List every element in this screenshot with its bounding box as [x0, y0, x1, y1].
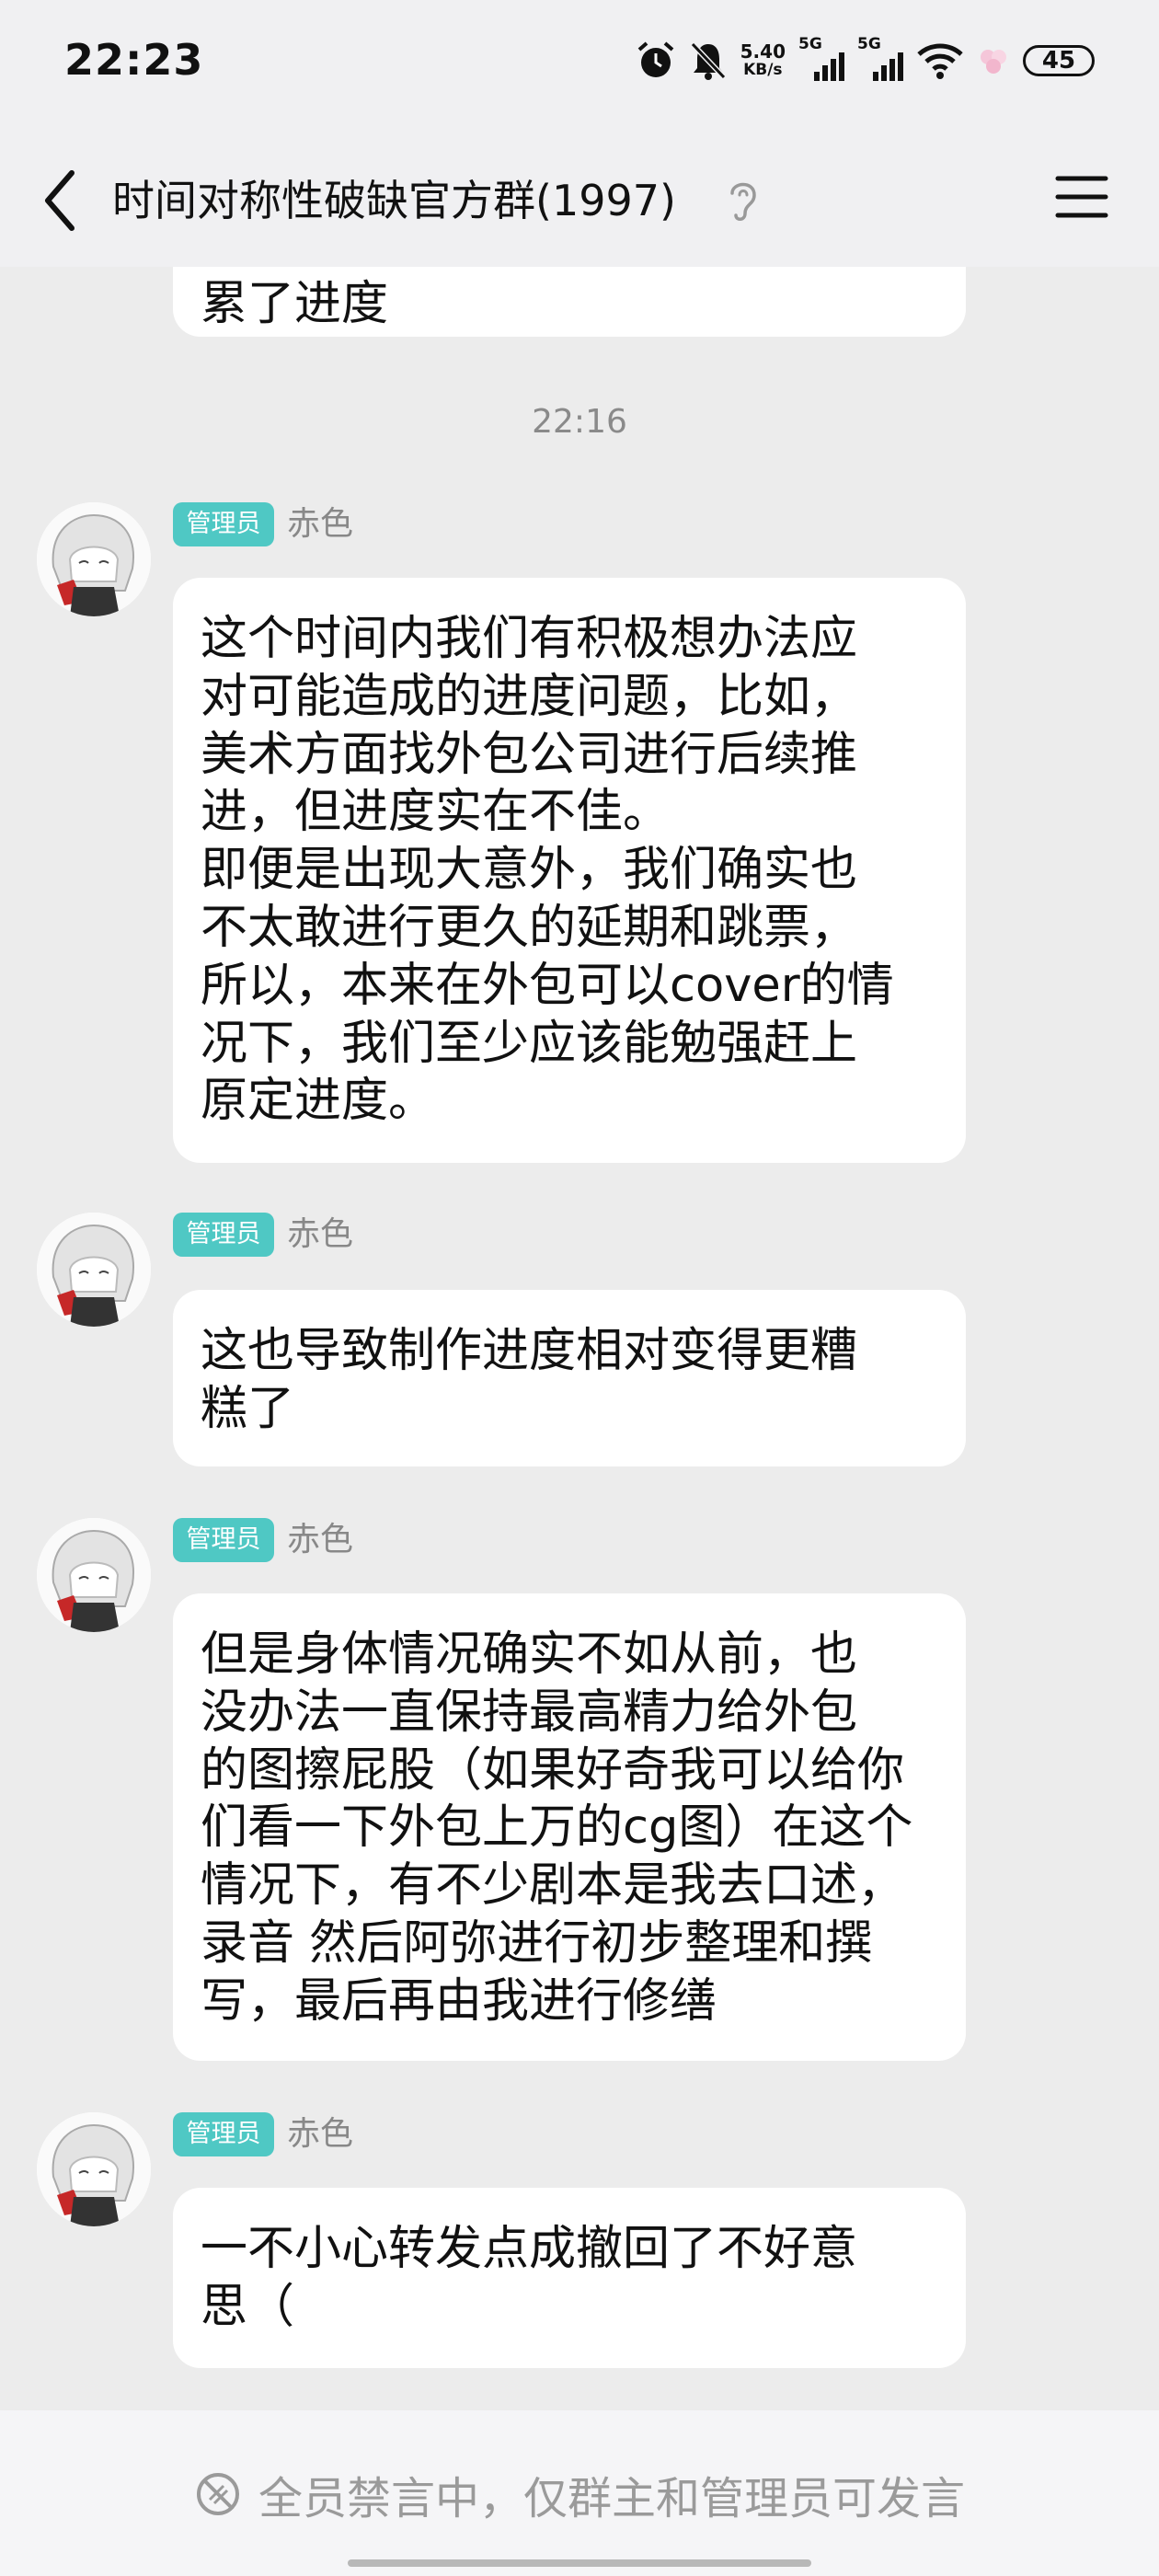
home-indicator[interactable]: [348, 2559, 811, 2567]
signal-sim2-icon: 5G: [857, 35, 903, 81]
sender-name[interactable]: 赤色: [287, 1213, 353, 1257]
avatar[interactable]: [37, 502, 151, 616]
menu-icon[interactable]: [1054, 169, 1109, 224]
message-timestamp: 22:16: [532, 403, 627, 441]
admin-badge: 管理员: [173, 502, 274, 546]
mute-notice-text: 全员禁言中，仅群主和管理员可发言: [258, 2473, 965, 2524]
sender-name[interactable]: 赤色: [287, 1518, 353, 1562]
status-icons: 5.40 KB/s 5G 5G 45: [636, 33, 1095, 88]
signal-sim1-icon: 5G: [798, 35, 844, 81]
admin-badge: 管理员: [173, 2112, 274, 2156]
network-speed-unit: KB/s: [743, 61, 783, 79]
avatar-image: [37, 1518, 151, 1632]
sim1-label: 5G: [798, 35, 822, 53]
avatar-image: [37, 502, 151, 616]
network-speed-value: 5.40: [740, 40, 786, 63]
input-bar-muted: 全员禁言中，仅群主和管理员可发言: [0, 2410, 1159, 2576]
message-bubble[interactable]: 这也导致制作进度相对变得更糟 糕了: [173, 1290, 966, 1466]
mute-icon: [196, 2473, 239, 2515]
back-button[interactable]: [37, 164, 86, 237]
message-bubble[interactable]: 一不小心转发点成撤回了不好意 思（: [173, 2188, 966, 2368]
wifi-icon: [917, 43, 963, 79]
message-bubble[interactable]: 这个时间内我们有积极想办法应 对可能造成的进度问题，比如， 美术方面找外包公司进…: [173, 578, 966, 1163]
avatar[interactable]: [37, 2112, 151, 2226]
status-time: 22:23: [64, 35, 204, 85]
battery-indicator: 45: [1023, 45, 1095, 76]
chat-header: 时间对称性破缺官方群(1997): [0, 129, 1159, 267]
sender-name[interactable]: 赤色: [287, 2112, 353, 2156]
avatar[interactable]: [37, 1213, 151, 1327]
message-list[interactable]: 累了进度 22:16 管理员 赤色 这个时间内我们有积极想办法应 对可能造成的进…: [0, 267, 1159, 2410]
avatar-image: [37, 2112, 151, 2226]
message-bubble[interactable]: 但是身体情况确实不如从前，也 没办法一直保持最高精力给外包 的图擦屁股（如果好奇…: [173, 1593, 966, 2061]
chat-title[interactable]: 时间对称性破缺官方群(1997): [112, 167, 676, 228]
earpiece-mode-icon[interactable]: [725, 175, 762, 224]
message-bubble[interactable]: 累了进度: [173, 267, 966, 337]
admin-badge: 管理员: [173, 1518, 274, 1562]
avatar[interactable]: [37, 1518, 151, 1632]
avatar-image: [37, 1213, 151, 1327]
sender-name[interactable]: 赤色: [287, 502, 353, 546]
alarm-icon: [637, 41, 673, 77]
mute-bell-icon: [690, 41, 726, 80]
mute-notice: 全员禁言中，仅群主和管理员可发言: [0, 2462, 1159, 2526]
network-speed: 5.40 KB/s: [740, 42, 786, 79]
admin-badge: 管理员: [173, 1213, 274, 1257]
sim2-label: 5G: [857, 35, 881, 53]
status-bar: 22:23 5.40 KB/s 5G 5G 45: [0, 0, 1159, 129]
flower-icon: [981, 50, 1006, 74]
